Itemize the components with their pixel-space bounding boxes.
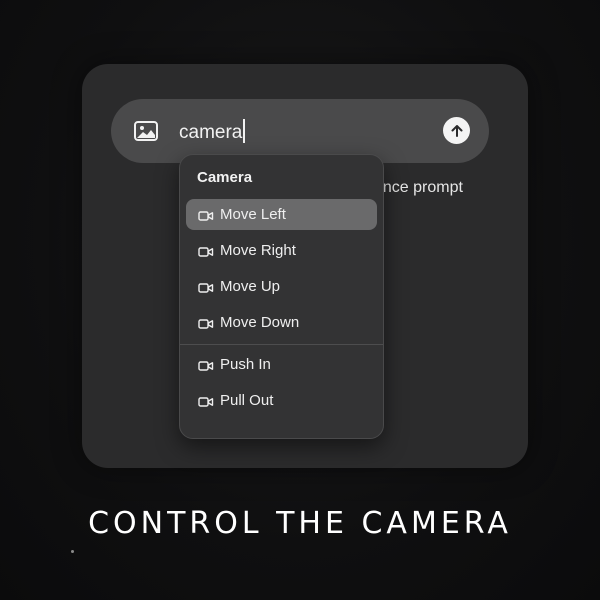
dropdown-header: Camera [197,169,253,186]
video-camera-icon [198,317,214,329]
menu-item-label: Move Left [220,206,286,223]
video-camera-icon [198,245,214,257]
send-button[interactable] [443,117,470,144]
stage: camera ance prompt Camera Move Left Move… [0,0,600,600]
prompt-input-value: camera [179,122,243,143]
menu-item-label: Pull Out [220,392,274,409]
arrow-up-icon [451,124,462,137]
caption-title: CONTROL THE CAMERA [88,506,512,541]
menu-item-label: Move Down [220,314,300,331]
menu-item-label: Move Right [220,242,296,259]
prompt-hint-text: ance prompt [374,179,463,196]
menu-item-label: Move Up [220,278,281,295]
menu-item-pull-out[interactable]: Pull Out [186,385,377,416]
video-camera-icon [198,281,214,293]
menu-item-move-left[interactable]: Move Left [186,199,377,230]
video-camera-icon [198,395,214,407]
menu-item-move-down[interactable]: Move Down [186,307,377,338]
menu-item-move-right[interactable]: Move Right [186,235,377,266]
video-camera-icon [198,209,214,221]
menu-item-move-up[interactable]: Move Up [186,271,377,302]
image-icon[interactable] [134,121,158,141]
background-speck [71,550,74,553]
text-caret [243,119,246,143]
menu-divider [180,344,383,345]
menu-item-push-in[interactable]: Push In [186,349,377,380]
camera-dropdown: Camera Move Left Move Right Move Up Move… [179,154,384,439]
video-camera-icon [198,359,214,371]
prompt-input[interactable]: camera [179,119,246,145]
menu-item-label: Push In [220,356,271,373]
